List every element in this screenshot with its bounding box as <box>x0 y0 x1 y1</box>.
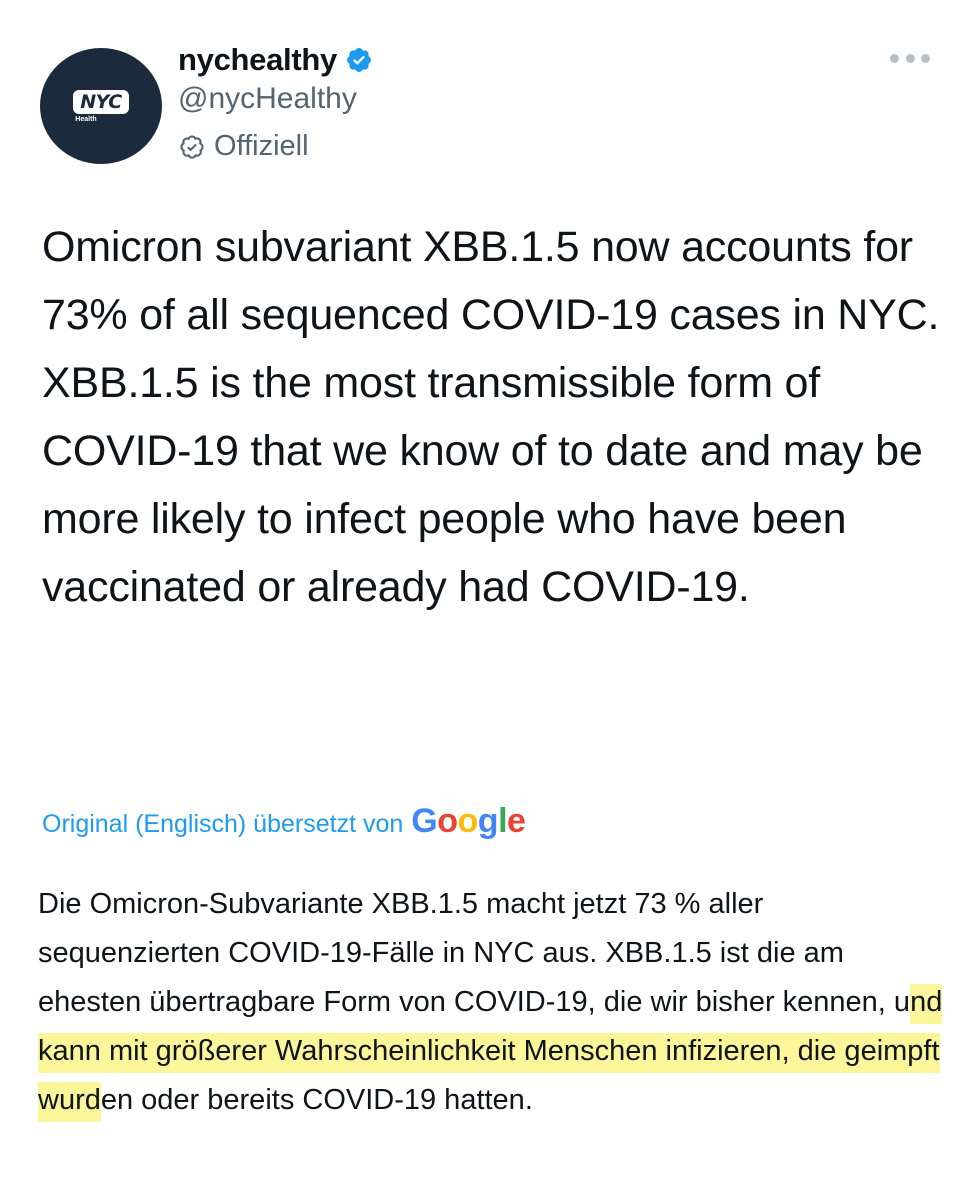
official-label-row: Offiziell <box>178 130 309 163</box>
verified-badge-icon <box>346 48 371 72</box>
google-letter: g <box>477 802 499 840</box>
google-letter: l <box>498 802 508 840</box>
official-label: Offiziell <box>214 130 309 162</box>
google-letter: G <box>411 802 438 840</box>
more-dot <box>921 53 930 63</box>
logo-text: NYC <box>73 89 129 114</box>
original-translation-link[interactable]: Original (Englisch) übersetzt von <box>42 810 403 839</box>
official-check-icon <box>180 134 204 159</box>
more-dot <box>890 53 899 63</box>
name-row: nychealthy <box>178 40 373 80</box>
translation-attribution: Original (Englisch) übersetzt von Google <box>42 802 526 850</box>
user-handle[interactable]: @nycHealthy <box>178 82 357 116</box>
translated-text: Die Omicron-Subvariante XBB.1.5 macht je… <box>38 880 948 1125</box>
more-options-icon[interactable] <box>890 46 930 70</box>
tweet-text: Omicron subvariant XBB.1.5 now accounts … <box>42 223 940 611</box>
avatar[interactable]: NYC Health <box>40 48 162 164</box>
google-letter: o <box>457 802 479 840</box>
google-logo: Google <box>411 802 526 841</box>
google-letter: o <box>437 802 458 840</box>
logo-subtext: Health <box>75 115 97 123</box>
google-letter: e <box>507 802 526 840</box>
more-dot <box>905 53 915 63</box>
display-name[interactable]: nychealthy <box>178 42 337 78</box>
nyc-health-logo: NYC Health <box>73 89 129 123</box>
translated-text-part: en oder bereits COVID-19 hatten. <box>100 1084 533 1116</box>
translated-text-part: Die Omicron-Subvariante XBB.1.5 macht je… <box>38 888 911 1018</box>
